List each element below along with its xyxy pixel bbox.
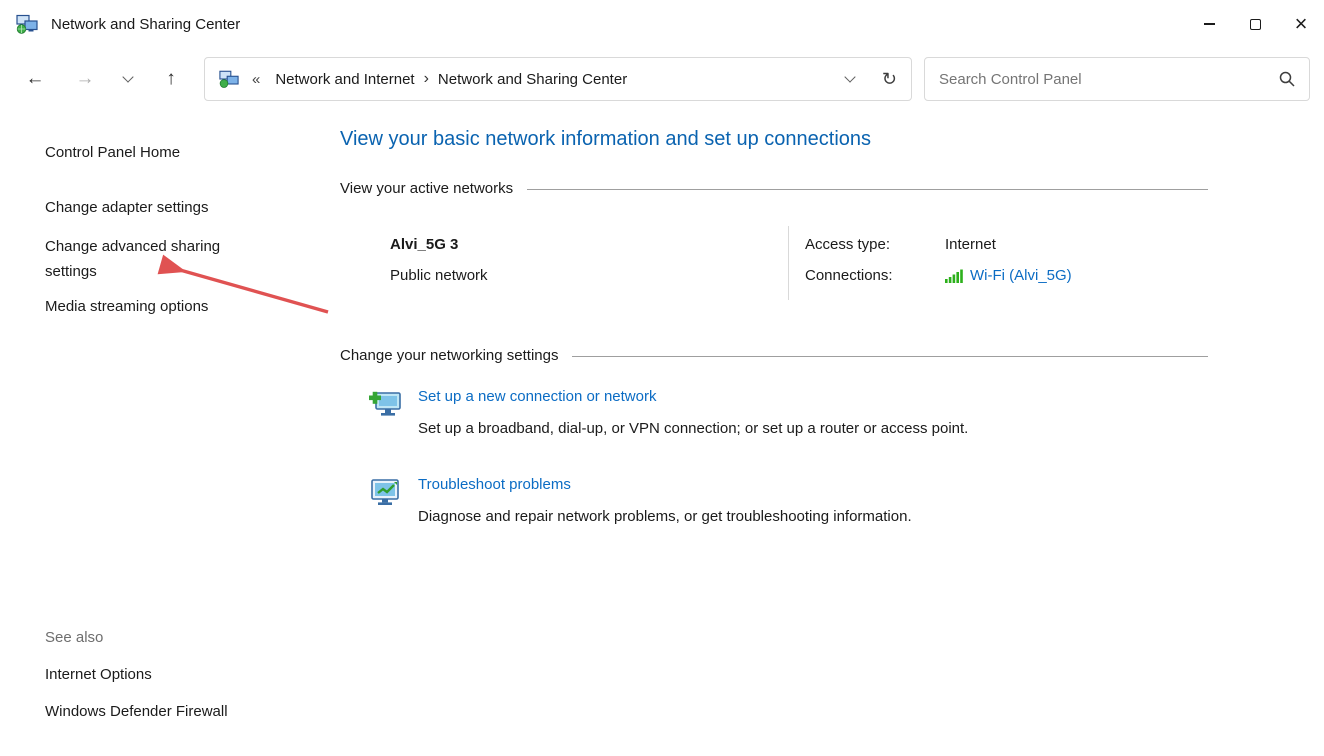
task-setup-connection: Set up a new connection or network Set u… <box>340 386 1208 440</box>
task-text: Troubleshoot problems Diagnose and repai… <box>418 474 912 528</box>
search-icon[interactable] <box>1279 71 1295 87</box>
refresh-button[interactable]: ↻ <box>882 69 897 90</box>
network-app-icon <box>16 13 38 35</box>
section-networking-settings-header: Change your networking settings <box>340 346 1208 366</box>
section-active-networks-header: View your active networks <box>340 179 1208 199</box>
wifi-signal-icon <box>945 269 963 283</box>
up-icon: ↑ <box>166 68 176 90</box>
section-networking-settings-title: Change your networking settings <box>340 346 558 366</box>
troubleshoot-description: Diagnose and repair network problems, or… <box>418 506 912 528</box>
maximize-button[interactable] <box>1232 0 1278 48</box>
address-bar[interactable]: « Network and Internet › Network and Sha… <box>204 57 912 101</box>
sidebar-item-change-adapter-settings[interactable]: Change adapter settings <box>45 197 277 219</box>
new-connection-icon <box>368 388 404 422</box>
section-divider <box>572 356 1208 357</box>
close-icon: × <box>1295 13 1308 35</box>
troubleshoot-icon <box>368 476 404 510</box>
back-button[interactable]: ← <box>18 62 52 96</box>
search-box[interactable] <box>924 57 1310 101</box>
recent-pages-button[interactable] <box>118 62 138 96</box>
see-also-section: See also Internet Options Windows Defend… <box>45 627 228 723</box>
section-active-networks-title: View your active networks <box>340 179 513 199</box>
maximize-icon <box>1250 19 1261 30</box>
up-button[interactable]: ↑ <box>154 62 188 96</box>
close-button[interactable]: × <box>1278 0 1324 48</box>
sidebar: Control Panel Home Change adapter settin… <box>45 142 277 318</box>
window-controls: × <box>1186 0 1324 48</box>
breadcrumb-item-network-and-sharing-center[interactable]: Network and Sharing Center <box>433 71 632 88</box>
sidebar-item-change-advanced-sharing-settings[interactable]: Change advanced sharing settings <box>45 234 257 284</box>
wifi-connection-link[interactable]: Wi-Fi (Alvi_5G) <box>970 265 1072 287</box>
section-divider <box>527 189 1208 190</box>
page-title: View your basic network information and … <box>340 126 1208 153</box>
see-also-header: See also <box>45 627 228 649</box>
forward-icon: → <box>76 68 95 90</box>
troubleshoot-problems-link[interactable]: Troubleshoot problems <box>418 474 571 496</box>
breadcrumb-collapsed-toggle[interactable]: « <box>252 71 260 88</box>
setup-connection-link[interactable]: Set up a new connection or network <box>418 386 656 408</box>
back-icon: ← <box>26 68 45 90</box>
setup-connection-description: Set up a broadband, dial-up, or VPN conn… <box>418 418 968 440</box>
connections-label: Connections: <box>805 265 945 287</box>
forward-button[interactable]: → <box>68 62 102 96</box>
minimize-icon <box>1204 23 1215 25</box>
access-type-value: Internet <box>945 234 996 256</box>
network-details: Access type: Internet Connections: Wi-Fi… <box>788 226 1208 300</box>
access-type-row: Access type: Internet <box>805 234 1208 256</box>
address-dropdown-icon[interactable] <box>844 71 855 82</box>
sidebar-item-media-streaming-options[interactable]: Media streaming options <box>45 296 277 318</box>
network-location-icon <box>219 69 239 89</box>
breadcrumb-separator-icon: › <box>424 70 429 88</box>
sidebar-item-internet-options[interactable]: Internet Options <box>45 664 228 686</box>
window-title: Network and Sharing Center <box>51 16 240 33</box>
access-type-label: Access type: <box>805 234 945 256</box>
navigation-bar: ← → ↑ « Network and Internet › Network a… <box>0 48 1324 110</box>
task-text: Set up a new connection or network Set u… <box>418 386 968 440</box>
sidebar-item-windows-defender-firewall[interactable]: Windows Defender Firewall <box>45 701 228 723</box>
title-bar: Network and Sharing Center × <box>0 0 1324 48</box>
chevron-down-icon <box>122 71 133 82</box>
network-name: Alvi_5G 3 <box>390 234 788 256</box>
connections-row: Connections: Wi-Fi (Alvi_5G) <box>805 265 1208 287</box>
sidebar-item-control-panel-home[interactable]: Control Panel Home <box>45 142 277 164</box>
minimize-button[interactable] <box>1186 0 1232 48</box>
main-content: View your basic network information and … <box>340 110 1208 528</box>
search-input[interactable] <box>939 71 1271 88</box>
task-troubleshoot: Troubleshoot problems Diagnose and repai… <box>340 474 1208 528</box>
network-type: Public network <box>390 265 788 287</box>
network-identity: Alvi_5G 3 Public network <box>340 226 788 300</box>
active-network-row: Alvi_5G 3 Public network Access type: In… <box>340 226 1208 300</box>
breadcrumb-item-network-and-internet[interactable]: Network and Internet <box>270 71 419 88</box>
